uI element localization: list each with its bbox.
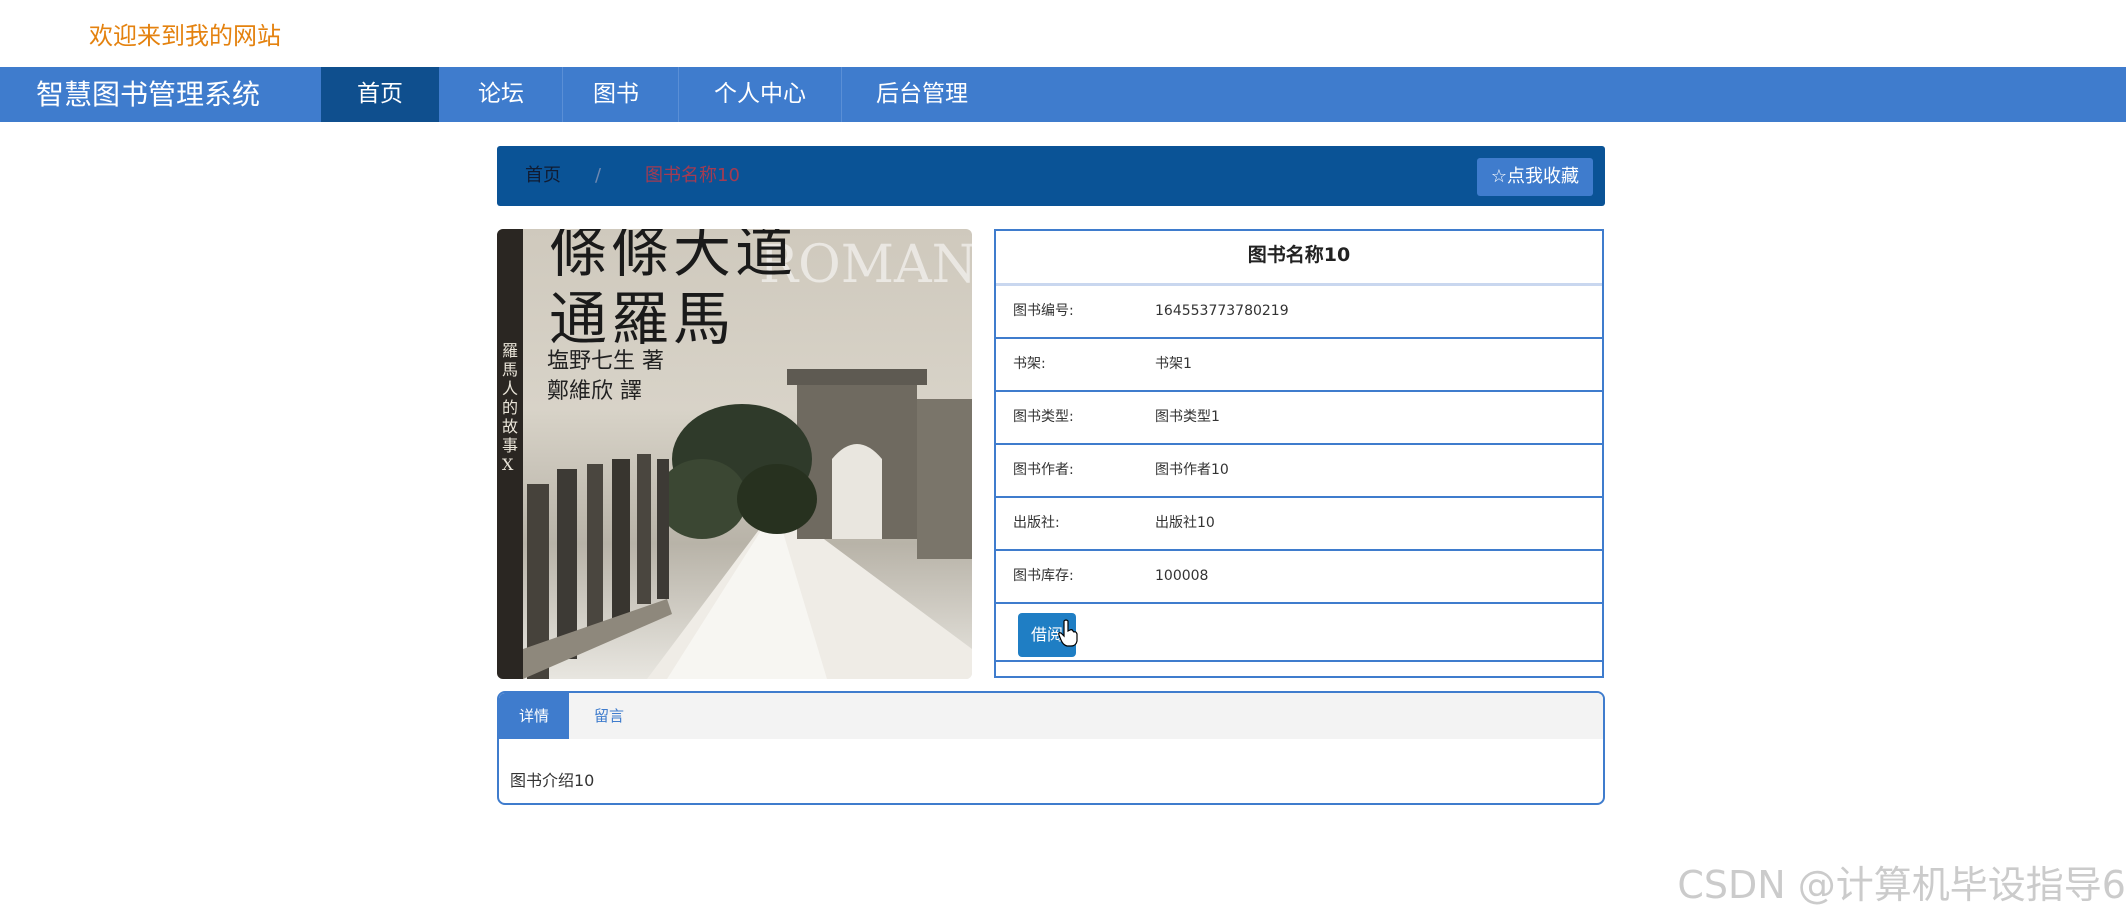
field-label: 图书库存:: [1013, 568, 1074, 584]
detail-row-stock: 图书库存: 100008: [996, 551, 1602, 604]
breadcrumb-separator: /: [595, 165, 602, 186]
detail-row-shelf: 书架: 书架1: [996, 339, 1602, 392]
favorite-button[interactable]: ☆点我收藏: [1476, 158, 1593, 196]
field-value: 164553773780219: [1155, 303, 1289, 319]
welcome-text: 欢迎来到我的网站: [89, 22, 281, 50]
nav-item-home[interactable]: 首页: [321, 67, 439, 122]
field-label: 图书作者:: [1013, 462, 1074, 478]
cover-spine-text: 羅馬人的故事X: [502, 341, 519, 474]
csdn-watermark: CSDN @计算机毕设指导6: [1677, 863, 2126, 907]
nav-item-personal-center[interactable]: 个人中心: [679, 67, 841, 122]
cover-title-line-1: 條條大道: [549, 229, 798, 285]
breadcrumb-current: 图书名称10: [645, 165, 740, 186]
cover-title-line-2: 通羅馬: [549, 285, 736, 353]
detail-row-author: 图书作者: 图书作者10: [996, 445, 1602, 498]
field-value: 出版社10: [1155, 515, 1215, 531]
detail-row-book-number: 图书编号: 164553773780219: [996, 286, 1602, 339]
detail-row-publisher: 出版社: 出版社10: [996, 498, 1602, 551]
field-value: 图书类型1: [1155, 409, 1220, 425]
field-label: 出版社:: [1013, 515, 1060, 531]
cover-author: 塩野七生 著 鄭維欣 譯: [547, 347, 664, 407]
breadcrumb-home-link[interactable]: 首页: [525, 146, 561, 206]
tab-details[interactable]: 详情: [499, 693, 569, 739]
tab-messages[interactable]: 留言: [569, 693, 649, 739]
cover-author-line-1: 塩野七生 著: [547, 349, 664, 374]
top-navbar: 智慧图书管理系统 首页 论坛 图书 个人中心 后台管理: [0, 67, 2126, 122]
hand-cursor-icon: [1058, 619, 1078, 647]
nav-item-forum[interactable]: 论坛: [439, 67, 563, 122]
detail-action-row: 借阅: [996, 604, 1602, 662]
nav-item-books[interactable]: 图书: [563, 67, 669, 122]
cover-author-line-2: 鄭維欣 譯: [547, 379, 642, 404]
field-value: 图书作者10: [1155, 462, 1229, 478]
field-value: 100008: [1155, 568, 1209, 584]
nav-item-admin[interactable]: 后台管理: [842, 67, 1002, 122]
book-cover-image: 羅馬人的故事X ROMAN 條條大道 通羅馬 塩野七生 著 鄭維欣 譯: [497, 229, 972, 679]
book-introduction: 图书介绍10: [510, 771, 595, 790]
field-label: 书架:: [1013, 356, 1046, 372]
book-title: 图书名称10: [996, 231, 1602, 286]
tabs-bar: 详情 留言: [499, 693, 1603, 739]
field-label: 图书编号:: [1013, 303, 1074, 319]
breadcrumb: 首页 / 图书名称10 ☆点我收藏: [497, 146, 1605, 206]
detail-tabs-panel: 详情 留言 图书介绍10: [497, 691, 1605, 805]
field-label: 图书类型:: [1013, 409, 1074, 425]
field-value: 书架1: [1155, 356, 1192, 372]
site-brand[interactable]: 智慧图书管理系统: [36, 67, 260, 122]
book-detail-table: 图书名称10 图书编号: 164553773780219 书架: 书架1 图书类…: [994, 229, 1604, 678]
detail-row-book-type: 图书类型: 图书类型1: [996, 392, 1602, 445]
cover-title: 條條大道 通羅馬: [549, 229, 797, 353]
